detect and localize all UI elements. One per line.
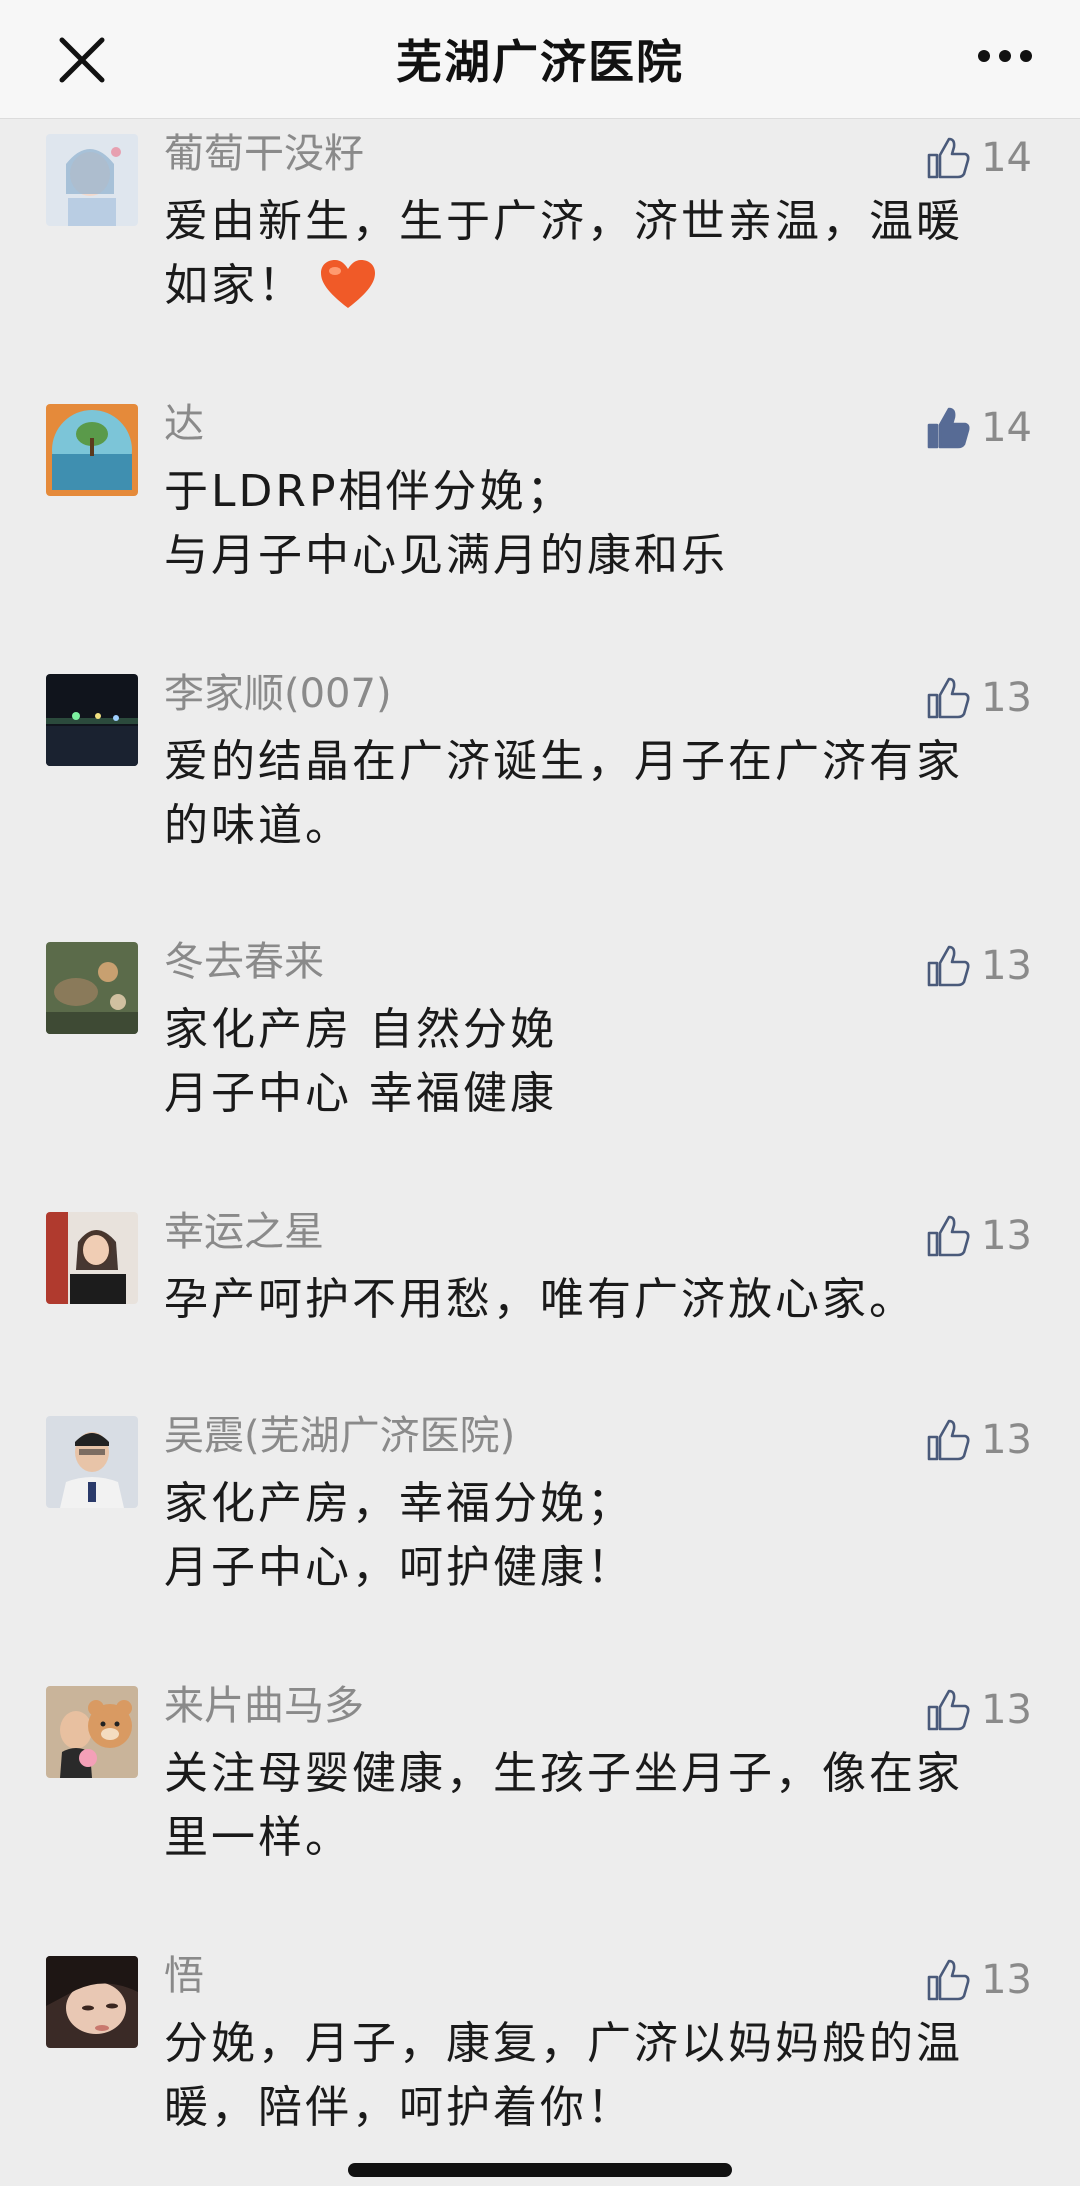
like-button[interactable]: 14 (925, 400, 1032, 456)
thumbs-up-icon (927, 945, 970, 987)
heart-emoji-icon (321, 260, 375, 308)
comment-text: 关注母婴健康，生孩子坐月子，像在家 里一样。 (164, 1742, 1004, 1870)
thumbs-up-icon (927, 1215, 970, 1257)
commenter-name: 葡萄干没籽 (164, 131, 364, 177)
avatar[interactable] (46, 1686, 138, 1778)
thumbs-up-icon (927, 1959, 970, 2001)
page-title: 芜湖广济医院 (396, 35, 684, 89)
like-count: 13 (981, 943, 1032, 989)
avatar[interactable] (46, 404, 138, 496)
like-count: 13 (981, 1417, 1032, 1463)
more-button[interactable] (970, 36, 1040, 76)
comment-line: 里一样。 (164, 1812, 352, 1863)
like-count: 14 (981, 405, 1032, 451)
comment-text: 于LDRP相伴分娩； 与月子中心见满月的康和乐 (164, 460, 1004, 588)
comment-text: 家化产房 自然分娩 月子中心 幸福健康 (164, 998, 1004, 1126)
comment-text: 家化产房，幸福分娩； 月子中心，呵护健康！ (164, 1472, 1004, 1600)
thumbs-up-icon (927, 1419, 970, 1461)
comment-line: 关注母婴健康，生孩子坐月子，像在家 (164, 1748, 963, 1799)
like-count: 13 (981, 675, 1032, 721)
like-button[interactable]: 13 (925, 670, 1032, 726)
commenter-name: 达 (164, 401, 204, 447)
like-count: 13 (981, 1213, 1032, 1259)
comment-line: 与月子中心见满月的康和乐 (164, 530, 728, 581)
comment-line: 的味道。 (164, 800, 352, 851)
comment-line: 暖，陪伴，呵护着你！ (164, 2082, 634, 2133)
comment-text: 爱由新生，生于广济，济世亲温，温暖 如家！ (164, 190, 1004, 318)
commenter-name: 冬去春来 (164, 939, 324, 985)
commenter-name: 来片曲马多 (164, 1683, 364, 1729)
commenter-name: 悟 (164, 1953, 204, 1999)
comment-line: 家化产房，幸福分娩； (164, 1478, 634, 1529)
home-indicator[interactable] (348, 2163, 732, 2177)
like-count: 14 (981, 135, 1032, 181)
comment-line: 于LDRP相伴分娩； (164, 466, 574, 517)
like-button[interactable]: 13 (925, 938, 1032, 994)
commenter-name: 幸运之星 (164, 1209, 324, 1255)
comment-line: 爱由新生，生于广济，济世亲温，温暖 (164, 196, 963, 247)
like-count: 13 (981, 1957, 1032, 2003)
comment-text: 孕产呵护不用愁，唯有广济放心家。 (164, 1268, 1004, 1332)
thumbs-up-icon (927, 1689, 970, 1731)
comment-text: 分娩，月子，康复，广济以妈妈般的温 暖，陪伴，呵护着你！ (164, 2012, 1004, 2140)
avatar[interactable] (46, 942, 138, 1034)
like-button[interactable]: 13 (925, 1412, 1032, 1468)
comment-line: 月子中心，呵护健康！ (164, 1542, 634, 1593)
comment-line: 如家！ (164, 260, 305, 311)
comment-line: 爱的结晶在广济诞生，月子在广济有家 (164, 736, 963, 787)
avatar[interactable] (46, 674, 138, 766)
comment-line: 月子中心 幸福健康 (164, 1068, 557, 1119)
thumbs-up-icon (927, 137, 970, 179)
like-button[interactable]: 14 (925, 130, 1032, 186)
avatar[interactable] (46, 134, 138, 226)
thumbs-up-icon (927, 677, 970, 719)
avatar[interactable] (46, 1956, 138, 2048)
comment-line: 家化产房 自然分娩 (164, 1004, 557, 1055)
commenter-name: 李家顺(007) (164, 671, 392, 717)
like-count: 13 (981, 1687, 1032, 1733)
comment-text: 爱的结晶在广济诞生，月子在广济有家 的味道。 (164, 730, 1004, 858)
comment-line: 分娩，月子，康复，广济以妈妈般的温 (164, 2018, 963, 2069)
thumbs-up-filled-icon (927, 407, 970, 449)
comment-line: 孕产呵护不用愁，唯有广济放心家。 (164, 1274, 916, 1325)
avatar[interactable] (46, 1416, 138, 1508)
commenter-name: 吴震(芜湖广济医院) (164, 1413, 516, 1459)
like-button[interactable]: 13 (925, 1952, 1032, 2008)
avatar[interactable] (46, 1212, 138, 1304)
top-bar: 芜湖广济医院 (0, 0, 1080, 119)
more-dots-icon (978, 50, 1032, 62)
like-button[interactable]: 13 (925, 1208, 1032, 1264)
like-button[interactable]: 13 (925, 1682, 1032, 1738)
